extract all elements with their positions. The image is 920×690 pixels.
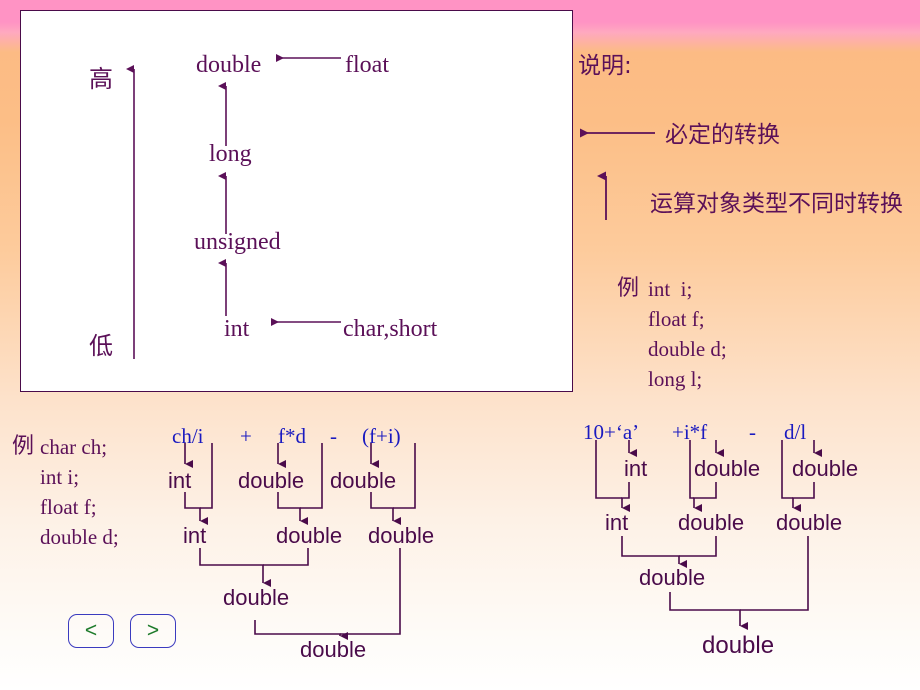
tree-right-l2-2: double [776,510,843,535]
next-button-label: > [146,619,160,642]
tree-left-l3-0: double [223,585,290,610]
tree-left-l1-0: int [168,468,192,493]
tree-left-l2-0: int [183,523,207,548]
example-right-decl-3: long l; [648,367,703,391]
tree-left-expr-part-1: + [240,424,252,448]
tree-right-expr-part-0: 10+‘a’ [583,420,640,444]
tree-right-expr-part-2: - [749,420,756,444]
tree-left-expr-part-4: (f+i) [362,424,401,448]
tree-left-l4-0: double [300,637,367,662]
next-button[interactable]: > [130,614,176,648]
axis-label-high: 高 [89,65,113,93]
tree-left-expr-part-2: f*d [278,424,306,448]
node-unsigned: unsigned [194,229,281,255]
legend-mixed-type-conversion-label: 运算对象类型不同时转换 [650,191,903,217]
tree-left-l1-2: double [330,468,397,493]
example-left-decl-0: char ch; [40,435,108,459]
tree-right-l4-0: double [702,632,775,659]
tree-right-expr-part-3: d/l [784,420,807,444]
example-left-decl-2: float f; [40,495,97,519]
example-left-decl-1: int i; [40,465,80,489]
tree-left-l2-1: double [276,523,343,548]
example-left-decl-3: double d; [40,525,119,549]
tree-right-expr-part-1: +i*f [672,420,708,444]
node-char-short: char,short [343,316,438,342]
example-right-decl-2: double d; [648,337,727,361]
tree-left-l1-1: double [238,468,305,493]
slide-root: 高 低 double float long unsigned int char,… [0,0,920,690]
tree-right-l1-0: int [624,456,648,481]
legend-title: 说明: [578,53,632,79]
legend-mandatory-conversion-label: 必定的转换 [665,122,780,148]
example-right-marker: 例 [617,276,640,301]
node-double: double [196,52,262,78]
tree-left-l2-2: double [368,523,435,548]
tree-right-l2-1: double [678,510,745,535]
tree-left-expr-part-3: - [330,424,337,448]
example-right-decl-0: int i; [648,277,693,301]
example-right-decl-1: float f; [648,307,705,331]
type-hierarchy-panel: 高 低 double float long unsigned int char,… [20,10,573,392]
tree-right-l1-2: double [792,456,859,481]
tree-left-expr-part-0: ch/i [172,424,204,448]
prev-button-label: < [84,619,98,642]
tree-right-l2-0: int [605,510,629,535]
example-left-marker: 例 [12,434,35,459]
node-long: long [209,141,252,167]
node-int: int [224,316,250,342]
node-float: float [345,52,389,78]
tree-right-l1-1: double [694,456,761,481]
tree-right-l3-0: double [639,565,706,590]
prev-button[interactable]: < [68,614,114,648]
axis-label-low: 低 [89,332,113,360]
